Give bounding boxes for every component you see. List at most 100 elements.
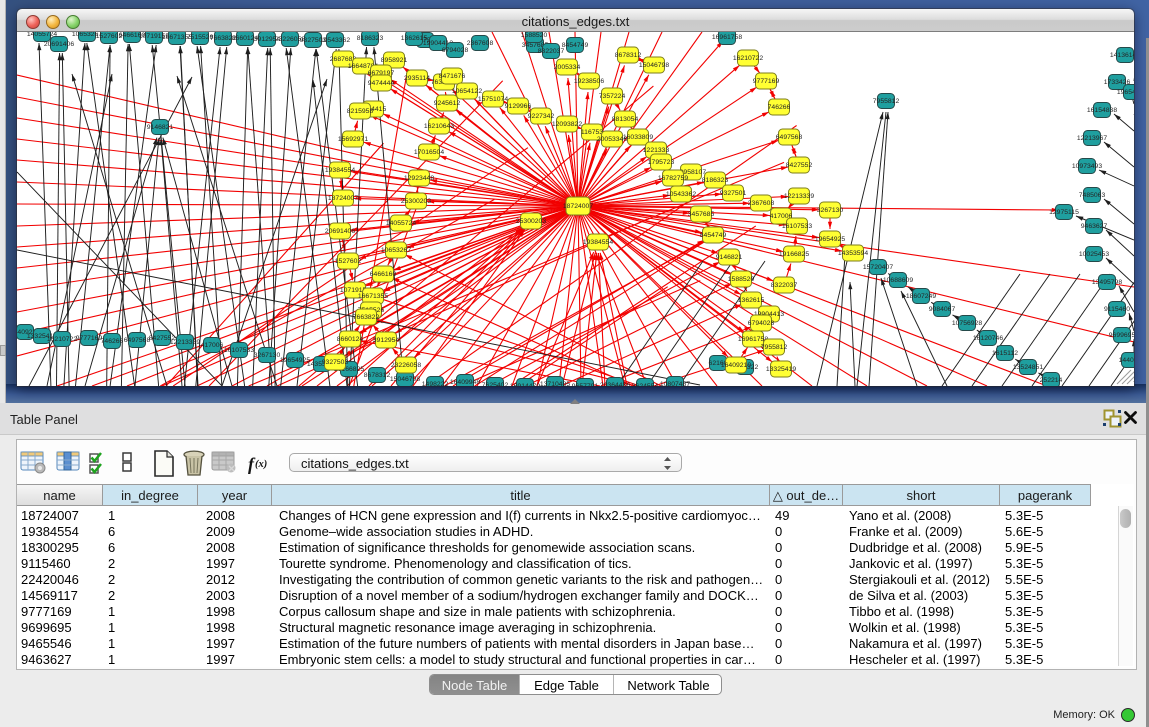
svg-text:10973493: 10973493 [1072,163,1102,170]
svg-text:9129966: 9129966 [505,103,532,110]
svg-text:116753: 116753 [581,129,603,136]
svg-text:17016504: 17016504 [414,149,444,156]
svg-text:15046798: 15046798 [639,62,669,69]
svg-text:18724007: 18724007 [328,195,358,202]
svg-text:15720407: 15720407 [863,264,893,271]
svg-text:23226058: 23226058 [391,362,421,369]
svg-text:20364436: 20364436 [600,382,630,386]
svg-text:18607249: 18607249 [906,293,936,300]
svg-text:3457685: 3457685 [688,211,715,218]
svg-text:16914479: 16914479 [510,383,540,386]
svg-text:417006: 417006 [201,342,224,349]
svg-text:9777169: 9777169 [76,335,103,342]
svg-text:6466160: 6466160 [370,271,397,278]
svg-text:1362615: 1362615 [738,297,765,304]
svg-text:25300203: 25300203 [516,218,546,225]
svg-text:13325419: 13325419 [766,366,796,373]
svg-text:9146821: 9146821 [716,254,743,261]
svg-text:9327503: 9327503 [322,359,349,366]
svg-text:252214: 252214 [1040,377,1063,384]
svg-text:9699695: 9699695 [1109,332,1134,339]
svg-text:9474444: 9474444 [368,80,395,87]
svg-text:8958921: 8958921 [381,57,408,64]
svg-text:10025453: 10025453 [1079,251,1109,258]
svg-text:1588520: 1588520 [728,276,755,283]
svg-text:1588520: 1588520 [521,32,548,39]
svg-text:16107533: 16107533 [224,347,254,354]
svg-text:15751074: 15751074 [478,96,508,103]
svg-text:9777169: 9777169 [753,78,780,85]
svg-text:3267130: 3267130 [254,352,281,359]
svg-text:12213339: 12213339 [170,339,200,346]
svg-text:19166825: 19166825 [779,251,809,258]
svg-text:19654925: 19654925 [280,357,310,364]
svg-text:8660124: 8660124 [337,336,364,343]
svg-text:1527602: 1527602 [335,258,362,265]
svg-text:10653267: 10653267 [381,247,411,254]
svg-text:3912954: 3912954 [373,337,400,344]
svg-text:12213339: 12213339 [784,193,814,200]
svg-text:14055724: 14055724 [386,220,416,227]
svg-text:19238506: 19238506 [574,78,604,85]
svg-text:1221333: 1221333 [643,147,670,154]
svg-text:20691406: 20691406 [44,41,74,48]
svg-text:8322037: 8322037 [538,48,565,55]
svg-text:19654923: 19654923 [1117,89,1134,96]
svg-text:7357224: 7357224 [599,93,626,100]
svg-text:13495798: 13495798 [1092,279,1122,286]
svg-text:25300203: 25300203 [401,198,431,205]
svg-text:10688609: 10688609 [883,277,913,284]
svg-text:6794028: 6794028 [748,320,775,327]
svg-text:9146821: 9146821 [147,124,174,131]
svg-text:7955812: 7955812 [873,98,900,105]
svg-text:7485063: 7485063 [1079,192,1106,199]
svg-text:16961758: 16961758 [712,34,742,41]
svg-text:12923448: 12923448 [404,175,434,182]
svg-text:1498222: 1498222 [422,381,449,386]
svg-text:19384554: 19384554 [325,167,355,174]
svg-text:16782759: 16782759 [658,175,688,182]
svg-text:16671355: 16671355 [358,293,388,300]
svg-text:16120746: 16120746 [973,335,1003,342]
svg-text:8322037: 8322037 [771,282,798,289]
svg-text:8813054: 8813054 [612,116,639,123]
svg-text:13710485: 13710485 [540,381,570,386]
svg-text:10543362: 10543362 [320,37,350,44]
svg-text:10654122: 10654122 [452,88,482,95]
svg-text:9084067: 9084067 [929,306,956,313]
svg-text:9245612: 9245612 [434,100,461,107]
svg-text:19654925: 19654925 [815,236,845,243]
svg-text:6497568: 6497568 [124,337,151,344]
svg-text:746266: 746266 [768,104,791,111]
svg-text:16154838: 16154838 [1087,107,1117,114]
svg-text:9657791: 9657791 [572,383,599,386]
svg-text:19384554: 19384554 [583,239,613,246]
svg-text:16107533: 16107533 [782,223,812,230]
svg-text:12213967: 12213967 [1077,135,1107,142]
svg-text:7955812: 7955812 [761,344,788,351]
svg-text:16210722: 16210722 [47,336,77,343]
svg-text:746266: 746266 [101,338,124,345]
svg-text:144095: 144095 [1119,357,1134,364]
svg-text:9227342: 9227342 [528,113,555,120]
svg-text:8186323: 8186323 [357,35,384,42]
svg-text:2367608: 2367608 [467,40,494,47]
svg-text:18724007: 18724007 [563,203,593,210]
svg-text:6794028: 6794028 [442,47,469,54]
svg-text:8427552: 8427552 [786,162,813,169]
svg-text:7663822: 7663822 [353,314,380,321]
svg-text:16210722: 16210722 [733,55,763,62]
svg-text:2367608: 2367608 [748,200,775,207]
svg-text:10756928: 10756928 [952,320,982,327]
svg-text:8678312: 8678312 [364,372,391,379]
svg-text:6497568: 6497568 [776,134,803,141]
svg-text:14353594: 14353594 [838,250,868,257]
svg-text:14136141: 14136141 [1110,52,1134,59]
svg-text:8454749: 8454749 [700,232,727,239]
svg-text:1615112: 1615112 [992,350,1018,357]
svg-text:3267130: 3267130 [817,207,844,214]
svg-text:8678312: 8678312 [615,52,642,59]
svg-text:1795723: 1795723 [648,159,675,166]
svg-text:20691406: 20691406 [325,228,355,235]
svg-text:3624554: 3624554 [632,383,659,386]
